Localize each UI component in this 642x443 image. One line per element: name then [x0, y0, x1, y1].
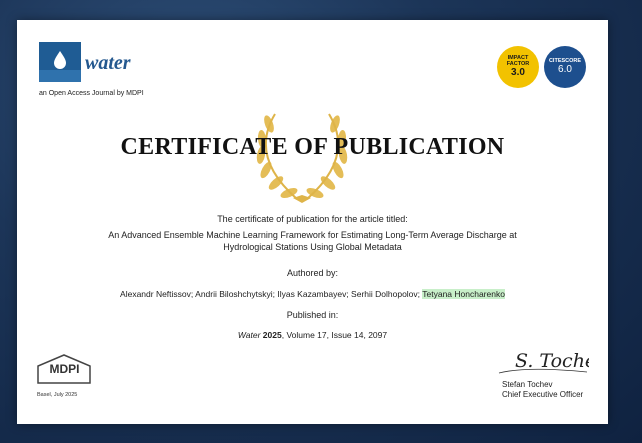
certificate-title: CERTIFICATE OF PUBLICATION — [120, 134, 505, 160]
journal-tagline: an Open Access Journal by MDPI — [39, 90, 144, 97]
water-drop-icon — [54, 51, 66, 69]
journal-name: water — [85, 52, 131, 74]
author-list: Alexandr Neftissov; Andrii Biloshchytsky… — [37, 289, 588, 299]
certificate-intro: The certificate of publication for the a… — [217, 214, 408, 224]
authors-text: Alexandr Neftissov; Andrii Biloshchytsky… — [120, 289, 421, 299]
article-title-line1: An Advanced Ensemble Machine Learning Fr… — [108, 230, 517, 240]
signature-text: S. Tochev — [515, 350, 589, 372]
citescore-value: 6.0 — [558, 64, 572, 75]
citation-year: 2025 — [262, 330, 282, 340]
article-title: An Advanced Ensemble Machine Learning Fr… — [37, 229, 588, 253]
mdpi-logo-icon: MDPI — [37, 354, 92, 384]
published-label: Published in: — [286, 310, 339, 320]
signer-block: Stefan Tochev Chief Executive Officer — [502, 380, 583, 400]
water-journal-logo — [39, 42, 81, 82]
authored-label: Authored by: — [286, 268, 339, 278]
impact-factor-value: 3.0 — [511, 67, 525, 78]
citation-details: , Volume 17, Issue 14, 2097 — [281, 330, 388, 340]
signer-title: Chief Executive Officer — [502, 390, 584, 399]
ceo-signature: S. Tochev — [498, 350, 589, 374]
impact-factor-badge: IMPACT FACTOR 3.0 — [497, 46, 539, 88]
article-title-line2: Hydrological Stations Using Global Metad… — [223, 242, 402, 252]
certificate-card: water an Open Access Journal by MDPI IMP… — [17, 20, 608, 424]
citescore-badge: CITESCORE 6.0 — [544, 46, 586, 88]
citescore-label: CITESCORE — [548, 58, 582, 64]
citation-journal: Water — [237, 330, 261, 340]
signer-name: Stefan Tochev — [502, 380, 553, 389]
impact-factor-label: IMPACT FACTOR — [506, 55, 530, 67]
highlighted-author: Tetyana Honcharenko — [422, 289, 505, 299]
place-date: Basel, July 2025 — [37, 392, 78, 398]
mdpi-logo-text: MDPI — [49, 362, 80, 376]
citation: Water 2025, Volume 17, Issue 14, 2097 — [37, 330, 588, 340]
